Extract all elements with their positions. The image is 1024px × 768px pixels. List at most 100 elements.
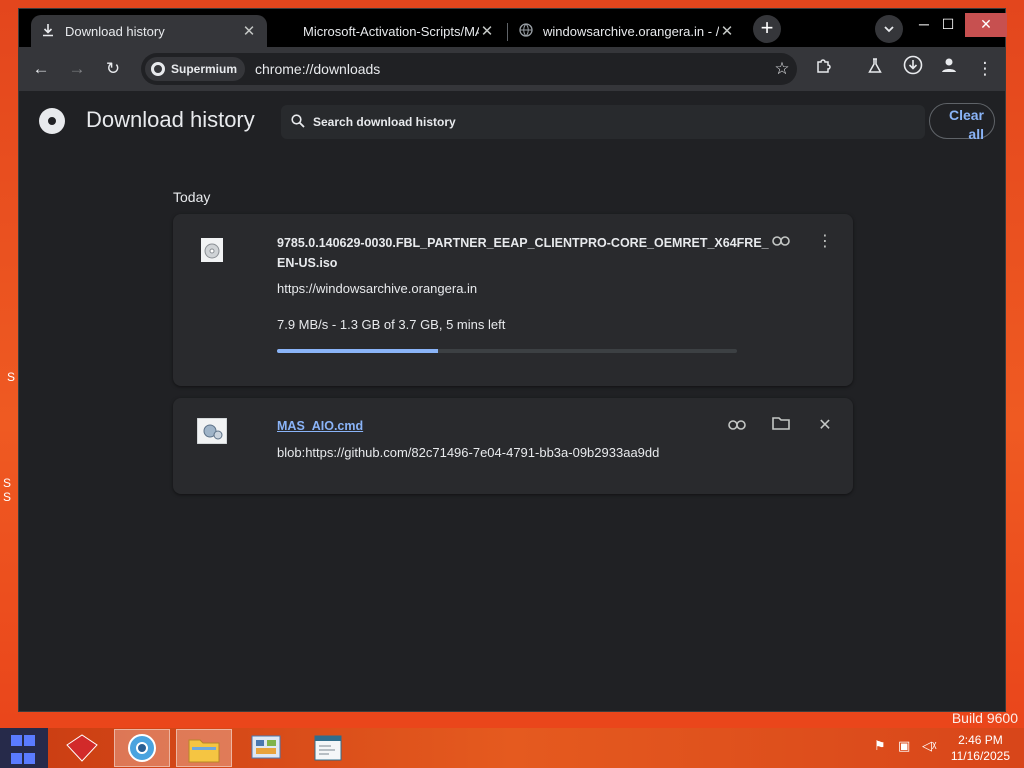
new-tab-button[interactable]: + [753, 15, 781, 43]
github-icon [279, 23, 293, 40]
site-info-chip[interactable]: Supermium [145, 57, 246, 81]
downloads-button[interactable] [899, 55, 927, 83]
more-actions-button[interactable]: ⋮ [813, 230, 837, 254]
windows-logo-tile [11, 735, 22, 746]
page-header: Download history Search download history… [19, 91, 1005, 151]
chromium-logo-icon [39, 108, 65, 134]
tab-title: Microsoft-Activation-Scripts/MAS [303, 23, 479, 39]
windows-logo-tile [24, 752, 35, 764]
link-icon [728, 417, 746, 434]
supermium-icon [151, 62, 165, 76]
network-icon[interactable]: ▣ [898, 738, 910, 754]
tab-strip: Download history ✕ Microsoft-Activation-… [19, 9, 1007, 47]
folder-icon [772, 417, 790, 434]
search-icon [291, 113, 313, 131]
clock-date: 11/16/2025 [950, 749, 1010, 763]
taskbar: ⚑ ▣ ◁ᵡ 2:46 PM 11/16/2025 [0, 728, 1024, 768]
show-in-folder-button[interactable] [769, 414, 793, 438]
windows-build-text: Build 9600 [951, 710, 1018, 726]
maximize-button[interactable]: ☐ [933, 13, 963, 37]
desktop-edge-letter: S [3, 476, 12, 490]
download-circle-icon [903, 55, 923, 79]
chevron-down-icon [884, 22, 894, 36]
windows-logo-tile [11, 752, 22, 764]
action-center-flag-icon[interactable]: ⚑ [874, 738, 886, 754]
close-icon[interactable]: ✕ [719, 22, 735, 40]
tab-separator [507, 23, 508, 41]
file-source-url: blob:https://github.com/82c71496-7e04-47… [277, 445, 660, 460]
chip-label: Supermium [171, 62, 238, 76]
app-red-icon [66, 734, 98, 762]
tab-title: Download history [65, 23, 165, 39]
section-date-header: Today [173, 189, 211, 205]
desktop-edge-letter: S [7, 370, 16, 384]
url-text[interactable]: chrome://downloads [255, 61, 767, 77]
download-item: 9785.0.140629-0030.FBL_PARTNER_EEAP_CLIE… [173, 214, 853, 386]
desktop-edge-letter: S [3, 490, 12, 504]
taskbar-app-notepad[interactable] [300, 729, 356, 767]
reload-button[interactable]: ↻ [99, 55, 127, 83]
cmd-script-icon [196, 417, 228, 449]
menu-button[interactable]: ⋮ [971, 55, 999, 83]
copy-link-button[interactable] [769, 230, 793, 254]
file-name-link[interactable]: MAS_AIO.cmd [277, 416, 363, 436]
taskbar-app-explorer[interactable] [176, 729, 232, 767]
tab-download-history[interactable]: Download history ✕ [31, 15, 267, 47]
taskbar-app-control-panel[interactable] [238, 729, 294, 767]
volume-muted-icon[interactable]: ◁ᵡ [922, 738, 936, 754]
download-progress-bar [277, 349, 737, 353]
file-name: 9785.0.140629-0030.FBL_PARTNER_EEAP_CLIE… [277, 233, 769, 273]
tab-title: windowsarchive.orangera.in - /w [543, 23, 719, 39]
link-icon [772, 233, 790, 250]
page-title: Download history [86, 107, 255, 132]
file-name-line: 9785.0.140629-0030.FBL_PARTNER_EEAP_CLIE… [277, 236, 769, 250]
windows-logo-tile [24, 735, 35, 746]
browser-window: Download history ✕ Microsoft-Activation-… [18, 8, 1007, 712]
clock-time: 2:46 PM [958, 733, 1003, 747]
labs-button[interactable] [861, 55, 889, 83]
kebab-menu-icon: ⋮ [817, 233, 833, 250]
search-downloads-input[interactable]: Search download history [281, 105, 925, 139]
forward-button[interactable]: → [63, 55, 91, 83]
close-icon: ✕ [818, 417, 832, 434]
window-close-button[interactable]: ✕ [965, 13, 1007, 37]
arrow-right-icon: → [68, 59, 86, 78]
browser-icon [128, 734, 156, 762]
puzzle-icon [815, 59, 831, 78]
globe-icon [519, 22, 533, 40]
close-icon[interactable]: ✕ [479, 22, 495, 40]
profile-button[interactable] [935, 55, 963, 83]
remove-button[interactable]: ✕ [813, 414, 837, 438]
star-icon[interactable]: ☆ [767, 59, 797, 79]
taskbar-app-browser[interactable] [114, 729, 170, 767]
file-name-line: EN-US.iso [277, 256, 338, 270]
download-status: 7.9 MB/s - 1.3 GB of 3.7 GB, 5 mins left [277, 317, 506, 332]
taskbar-app-red[interactable] [54, 729, 110, 767]
tab-windowsarchive[interactable]: windowsarchive.orangera.in - /w ✕ [509, 15, 745, 47]
copy-link-button[interactable] [725, 414, 749, 438]
taskbar-clock[interactable]: 2:46 PM 11/16/2025 [951, 732, 1010, 764]
arrow-left-icon: ← [32, 59, 50, 78]
search-placeholder: Search download history [313, 115, 456, 129]
download-item: MAS_AIO.cmd blob:https://github.com/82c7… [173, 398, 853, 494]
disc-image-icon [201, 238, 223, 267]
file-source-url: https://windowsarchive.orangera.in [277, 281, 478, 296]
back-button[interactable]: ← [27, 55, 55, 83]
control-panel-icon [251, 735, 281, 759]
start-button[interactable] [0, 728, 48, 768]
close-icon[interactable]: ✕ [241, 22, 257, 40]
kebab-menu-icon: ⋮ [976, 59, 994, 78]
flask-icon [868, 58, 882, 78]
download-icon [41, 23, 55, 40]
extensions-button[interactable] [809, 55, 837, 83]
address-bar[interactable]: Supermium chrome://downloads ☆ [141, 53, 797, 85]
clear-all-button[interactable]: Clear all [929, 103, 995, 142]
tab-github[interactable]: Microsoft-Activation-Scripts/MAS ✕ [269, 15, 505, 47]
file-explorer-icon [188, 739, 220, 763]
person-icon [940, 58, 958, 78]
reload-icon: ↻ [105, 59, 121, 78]
progress-fill [277, 349, 438, 353]
tab-search-button[interactable] [875, 15, 903, 43]
notepad-icon [314, 735, 342, 761]
browser-toolbar: ← → ↻ Supermium chrome://downloads ☆ ⋮ [19, 47, 1005, 91]
